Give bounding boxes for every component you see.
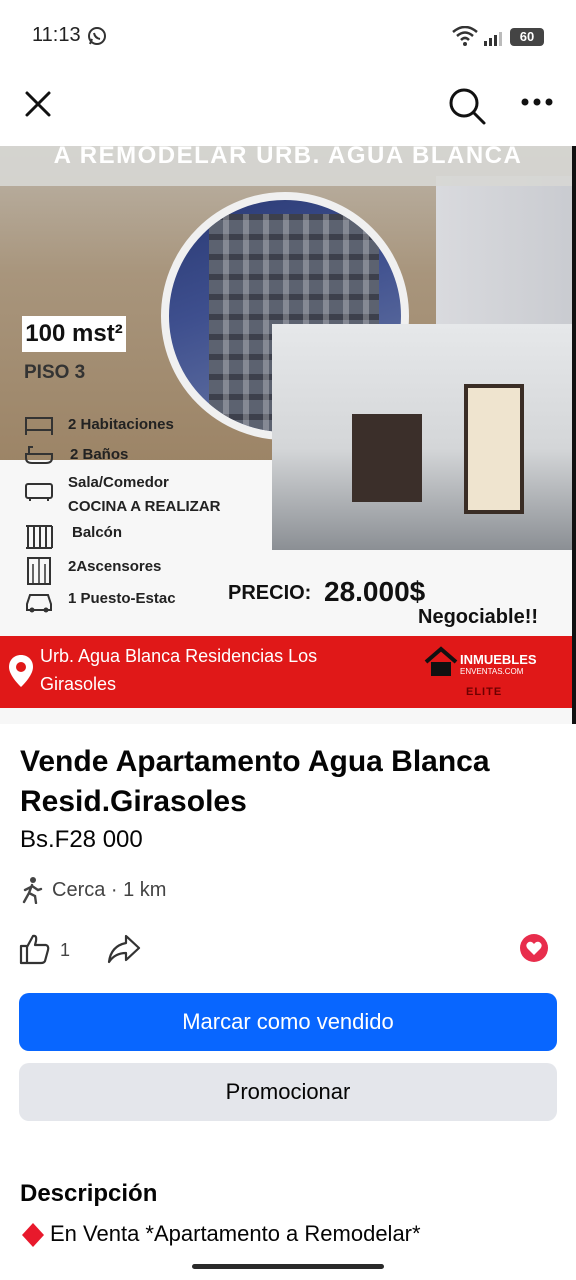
feature-label: COCINA A REALIZAR xyxy=(68,498,221,515)
signal-icon xyxy=(484,30,504,51)
room-photo xyxy=(272,324,576,550)
car-icon xyxy=(24,590,54,618)
company-logo-icon xyxy=(424,646,458,683)
status-bar: 11:13 60 xyxy=(0,0,576,72)
promote-button[interactable]: Promocionar xyxy=(19,1063,557,1121)
size-label: 100 mst² xyxy=(22,316,126,352)
close-icon[interactable] xyxy=(22,88,54,125)
feature-label: 2Ascensores xyxy=(68,558,162,575)
room-shelf xyxy=(352,414,422,502)
location-pin-icon xyxy=(8,654,34,693)
battery-indicator: 60 xyxy=(510,28,544,46)
description-line: En Venta *Apartamento a Remodelar* xyxy=(50,1221,421,1246)
sofa-icon xyxy=(24,480,54,506)
top-bar xyxy=(0,72,576,140)
search-icon[interactable] xyxy=(447,86,487,131)
share-icon[interactable] xyxy=(106,932,142,971)
status-time: 11:13 xyxy=(32,24,81,46)
logo-tagline: ELITE xyxy=(466,686,503,698)
flyer-banner-text: A REMODELAR URB. AGUA BLANCA xyxy=(53,146,523,169)
feature-label: Balcón xyxy=(72,524,123,541)
flyer-price-label: PRECIO: xyxy=(228,582,312,604)
heart-icon[interactable] xyxy=(520,934,548,962)
listing-price: Bs.F28 000 xyxy=(20,826,143,853)
bed-icon xyxy=(24,414,54,440)
more-options-icon[interactable] xyxy=(520,94,554,112)
listing-title: Vende Apartamento Agua Blanca Resid.Gira… xyxy=(20,745,490,818)
feature-label: Sala/Comedor xyxy=(68,474,169,491)
elevator-icon xyxy=(24,556,54,590)
distance-label: Cerca · 1 km xyxy=(52,879,167,901)
room-door xyxy=(464,384,524,514)
whatsapp-icon xyxy=(87,26,107,51)
action-row: 1 xyxy=(0,930,576,970)
feature-label: 1 Puesto-Estac xyxy=(68,590,176,607)
listing-photo[interactable]: A REMODELAR URB. AGUA BLANCA 100 mst² PI… xyxy=(0,146,576,724)
like-count: 1 xyxy=(60,940,71,960)
flyer-price-value: 28.000$ xyxy=(324,576,426,607)
feature-label: 2 Baños xyxy=(70,446,129,463)
flyer-location: Urb. Agua Blanca Residencias Los Girasol… xyxy=(40,646,318,694)
description-heading: Descripción xyxy=(20,1180,158,1207)
logo-subtext: ENVENTAS.COM xyxy=(460,667,524,676)
like-icon[interactable] xyxy=(18,932,52,971)
logo-text: INMUEBLES xyxy=(460,652,537,667)
photo-edge xyxy=(572,146,576,724)
balcony-icon xyxy=(24,522,54,554)
home-indicator[interactable] xyxy=(192,1264,384,1269)
red-diamond-icon xyxy=(22,1223,44,1256)
negotiable-label: Negociable!! xyxy=(418,606,539,628)
floor-label: PISO 3 xyxy=(24,362,86,383)
bathtub-icon xyxy=(24,444,54,470)
feature-label: 2 Habitaciones xyxy=(68,416,174,433)
walking-icon xyxy=(20,876,44,909)
mark-as-sold-button[interactable]: Marcar como vendido xyxy=(19,993,557,1051)
wifi-icon xyxy=(452,25,478,51)
